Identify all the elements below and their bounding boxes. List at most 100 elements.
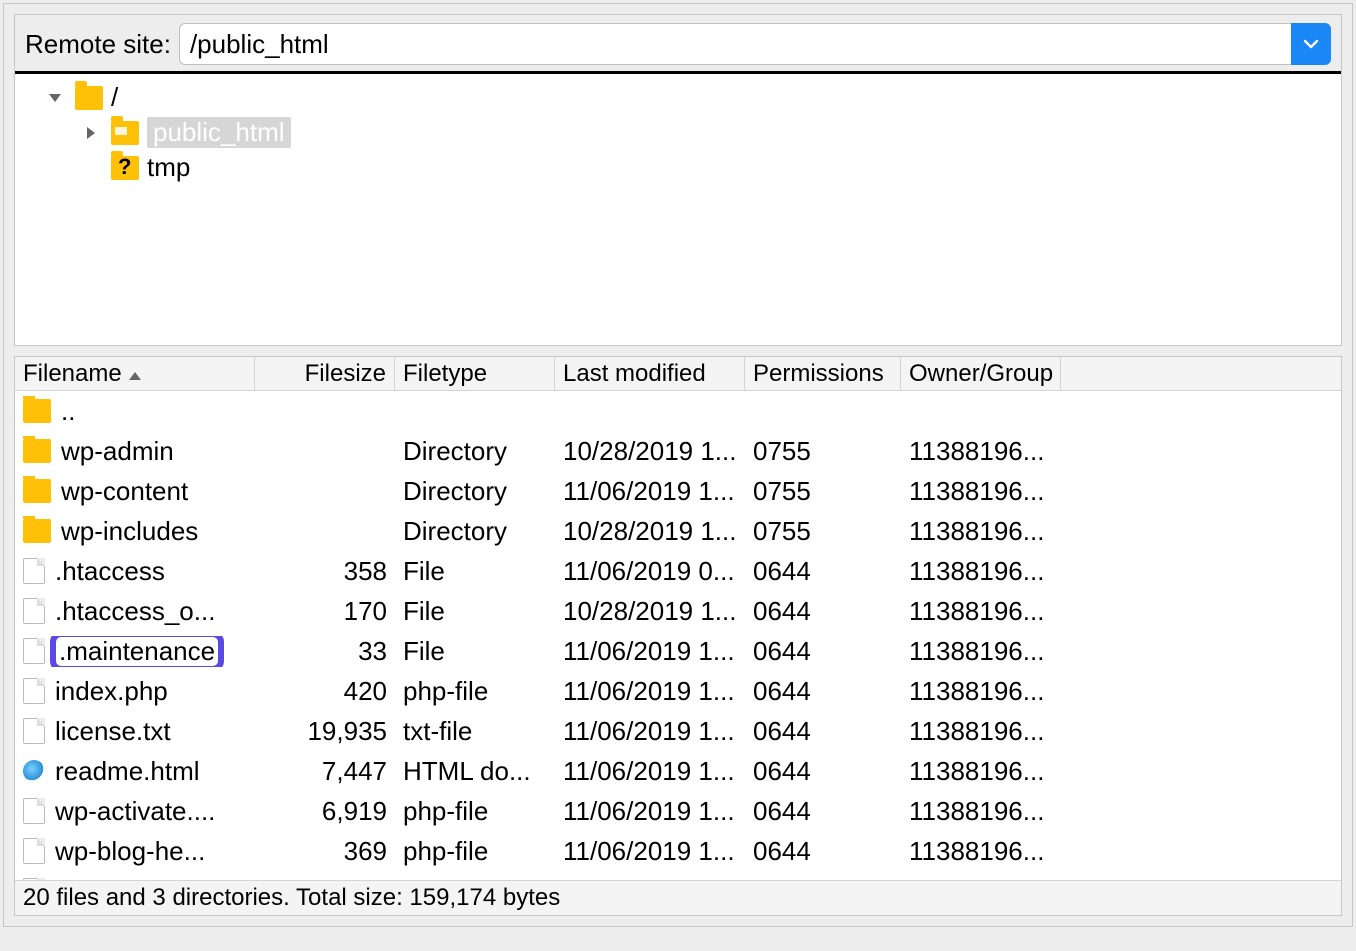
tree-item-label: public_html [147, 117, 291, 148]
file-name-text: .htaccess_o... [55, 596, 215, 627]
col-filetype-label: Filetype [403, 360, 487, 388]
status-bar: 20 files and 3 directories. Total size: … [15, 880, 1341, 915]
col-last-modified-label: Last modified [563, 360, 706, 388]
file-name-cell: wp-includes [15, 516, 255, 547]
file-row[interactable]: wp-commen...2,283php-file11/06/2019 1...… [15, 871, 1341, 880]
file-icon [23, 718, 45, 744]
file-owner-cell: 11388196... [901, 636, 1061, 667]
file-owner-cell: 11388196... [901, 676, 1061, 707]
file-size-cell: 358 [255, 556, 395, 587]
file-name-cell: license.txt [15, 716, 255, 747]
col-last-modified[interactable]: Last modified [555, 357, 745, 390]
path-dropdown-button[interactable] [1291, 23, 1331, 65]
file-name-text: wp-admin [61, 436, 174, 467]
col-permissions-label: Permissions [753, 360, 884, 388]
file-owner-cell: 11388196... [901, 436, 1061, 467]
file-permissions-cell: 0755 [745, 476, 901, 507]
file-row[interactable]: wp-blog-he...369php-file11/06/2019 1...0… [15, 831, 1341, 871]
file-modified-cell: 11/06/2019 1... [555, 836, 745, 867]
file-type-cell: File [395, 596, 555, 627]
col-filename[interactable]: Filename [15, 357, 255, 390]
file-row[interactable]: .. [15, 391, 1341, 431]
html-file-icon [23, 760, 45, 782]
file-permissions-cell: 0644 [745, 676, 901, 707]
file-row[interactable]: .htaccess358File11/06/2019 0...064411388… [15, 551, 1341, 591]
file-row[interactable]: wp-adminDirectory10/28/2019 1...07551138… [15, 431, 1341, 471]
file-row[interactable]: wp-contentDirectory11/06/2019 1...075511… [15, 471, 1341, 511]
file-name-cell: .. [15, 396, 255, 427]
file-name-cell: wp-activate.... [15, 796, 255, 827]
folder-icon [23, 439, 51, 463]
file-permissions-cell: 0755 [745, 436, 901, 467]
file-row[interactable]: license.txt19,935txt-file11/06/2019 1...… [15, 711, 1341, 751]
col-filesize[interactable]: Filesize [255, 357, 395, 390]
file-permissions-cell: 0644 [745, 836, 901, 867]
file-type-cell: HTML do... [395, 756, 555, 787]
file-icon [23, 598, 45, 624]
file-owner-cell: 11388196... [901, 796, 1061, 827]
file-name-text: wp-includes [61, 516, 198, 547]
file-icon [23, 678, 45, 704]
file-row[interactable]: readme.html7,447HTML do...11/06/2019 1..… [15, 751, 1341, 791]
tree-item-tmp[interactable]: tmp [15, 150, 1341, 185]
col-filetype[interactable]: Filetype [395, 357, 555, 390]
file-row[interactable]: .htaccess_o...170File10/28/2019 1...0644… [15, 591, 1341, 631]
file-size-cell: 6,919 [255, 796, 395, 827]
tree-root-label: / [111, 82, 118, 113]
file-size-cell: 170 [255, 596, 395, 627]
tree-expand-toggle[interactable] [79, 125, 103, 141]
file-name-cell: wp-admin [15, 436, 255, 467]
col-owner-group-label: Owner/Group [909, 360, 1053, 388]
file-modified-cell: 10/28/2019 1... [555, 436, 745, 467]
file-rows[interactable]: ..wp-adminDirectory10/28/2019 1...075511… [15, 391, 1341, 880]
folder-icon [23, 479, 51, 503]
file-owner-cell: 11388196... [901, 516, 1061, 547]
folder-unknown-icon [111, 156, 139, 180]
file-row[interactable]: .maintenance33File11/06/2019 1...0644113… [15, 631, 1341, 671]
file-name-text: wp-content [61, 476, 188, 507]
tree-item-public_html[interactable]: public_html [15, 115, 1341, 150]
file-type-cell: File [395, 636, 555, 667]
file-type-cell: txt-file [395, 716, 555, 747]
triangle-right-icon [85, 125, 97, 141]
file-owner-cell: 11388196... [901, 556, 1061, 587]
file-name-cell: .htaccess [15, 556, 255, 587]
file-modified-cell: 11/06/2019 1... [555, 676, 745, 707]
file-permissions-cell: 0644 [745, 716, 901, 747]
file-list-panel: Filename Filesize Filetype Last modified… [14, 356, 1342, 916]
directory-tree: / public_html tmp [15, 74, 1341, 345]
file-name-cell: index.php [15, 676, 255, 707]
file-name-cell: wp-content [15, 476, 255, 507]
column-headers: Filename Filesize Filetype Last modified… [15, 357, 1341, 391]
col-permissions[interactable]: Permissions [745, 357, 901, 390]
tree-root-row[interactable]: / [15, 80, 1341, 115]
file-size-cell: 7,447 [255, 756, 395, 787]
file-name-text: license.txt [55, 716, 171, 747]
file-owner-cell: 11388196... [901, 596, 1061, 627]
file-row[interactable]: wp-includesDirectory10/28/2019 1...07551… [15, 511, 1341, 551]
col-owner-group[interactable]: Owner/Group [901, 357, 1061, 390]
file-modified-cell: 11/06/2019 1... [555, 796, 745, 827]
file-owner-cell: 11388196... [901, 476, 1061, 507]
file-size-cell: 19,935 [255, 716, 395, 747]
folder-icon [23, 399, 51, 423]
file-permissions-cell: 0755 [745, 516, 901, 547]
file-size-cell: 420 [255, 676, 395, 707]
file-name-text: readme.html [55, 756, 200, 787]
file-type-cell: Directory [395, 476, 555, 507]
file-type-cell: Directory [395, 516, 555, 547]
tree-collapse-toggle[interactable] [43, 92, 67, 104]
sort-ascending-icon [128, 360, 142, 388]
col-filesize-label: Filesize [305, 360, 386, 388]
triangle-down-icon [47, 92, 63, 104]
file-size-cell: 33 [255, 636, 395, 667]
file-type-cell: php-file [395, 796, 555, 827]
file-icon [23, 878, 45, 880]
remote-path-input[interactable] [179, 23, 1291, 65]
path-row: Remote site: [15, 15, 1341, 74]
file-row[interactable]: wp-activate....6,919php-file11/06/2019 1… [15, 791, 1341, 831]
tree-item-label: tmp [147, 152, 190, 183]
file-type-cell: File [395, 556, 555, 587]
file-permissions-cell: 0644 [745, 756, 901, 787]
file-row[interactable]: index.php420php-file11/06/2019 1...06441… [15, 671, 1341, 711]
